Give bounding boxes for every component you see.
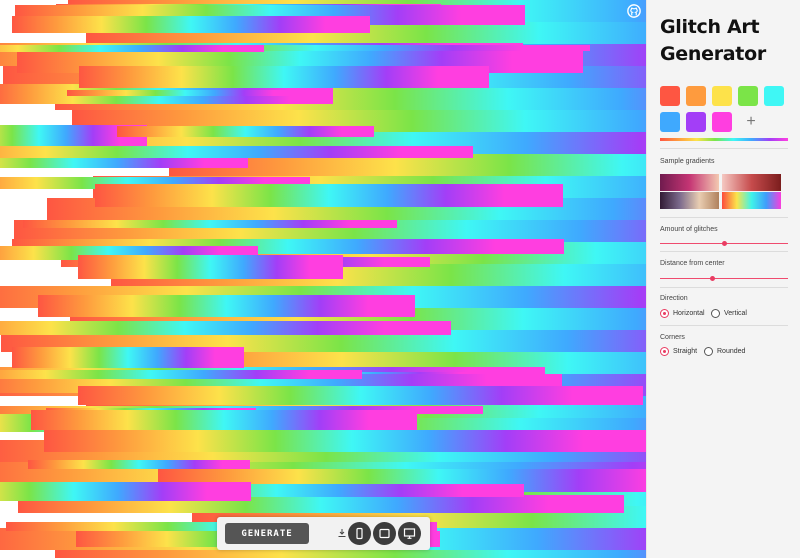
slider-handle[interactable] [709, 276, 715, 281]
glitch-strip [0, 146, 473, 158]
tablet-preview-button[interactable] [373, 522, 396, 545]
color-swatch-green[interactable] [738, 86, 758, 106]
github-link[interactable] [627, 4, 641, 18]
color-swatch-cyan[interactable] [764, 86, 784, 106]
phone-preview-button[interactable] [348, 522, 371, 545]
bottom-toolbar: GENERATE [217, 517, 430, 550]
glitch-strip [95, 184, 563, 207]
download-icon [338, 529, 346, 537]
corners-rounded-radio[interactable] [704, 347, 713, 356]
tablet-icon [379, 528, 390, 539]
glitch-strip [0, 321, 451, 335]
glitch-strip [0, 45, 264, 52]
color-swatch-orange[interactable] [686, 86, 706, 106]
color-swatch-purple[interactable] [686, 112, 706, 132]
glitch-strip [79, 66, 489, 88]
direction-label: Direction [660, 295, 688, 302]
glitch-strip [23, 220, 397, 228]
divider [660, 251, 788, 252]
glitch-strip [38, 295, 415, 317]
corners-straight-label[interactable]: Straight [673, 348, 697, 355]
palette-gradient-preview [660, 138, 788, 141]
glitch-strip [31, 410, 417, 430]
glitch-strip [44, 430, 646, 452]
divider [660, 217, 788, 218]
desktop-icon [403, 528, 416, 539]
amount-label: Amount of glitches [660, 226, 718, 233]
gradient-tile-1[interactable] [660, 174, 719, 191]
glitch-strip [78, 386, 643, 405]
gradient-tile-3[interactable] [660, 192, 719, 209]
corners-straight-radio[interactable] [660, 347, 669, 356]
glitch-canvas[interactable] [0, 0, 646, 558]
corners-rounded-label[interactable]: Rounded [717, 348, 745, 355]
color-swatch-magenta[interactable] [712, 112, 732, 132]
glitch-strip [55, 550, 646, 558]
color-swatch-blue[interactable] [660, 112, 680, 132]
direction-horizontal-label[interactable]: Horizontal [673, 310, 705, 317]
divider [660, 148, 788, 149]
glitch-strip [0, 370, 362, 379]
gradient-tile-4[interactable] [722, 192, 781, 209]
glitch-strip [28, 460, 250, 469]
divider [660, 287, 788, 288]
add-color-button[interactable]: + [741, 112, 761, 132]
color-swatch-red[interactable] [660, 86, 680, 106]
glitch-strip [78, 255, 343, 279]
sample-gradients-label: Sample gradients [660, 158, 715, 165]
color-swatch-yellow[interactable] [712, 86, 732, 106]
gradient-tile-2[interactable] [722, 174, 781, 191]
glitch-strip [12, 347, 244, 368]
glitch-strip [67, 90, 303, 96]
github-icon [627, 4, 641, 18]
direction-vertical-label[interactable]: Vertical [724, 310, 747, 317]
generate-button[interactable]: GENERATE [225, 523, 309, 544]
direction-vertical-radio[interactable] [711, 309, 720, 318]
glitch-strip [12, 16, 370, 33]
direction-horizontal-radio[interactable] [660, 309, 669, 318]
distance-slider[interactable] [660, 276, 788, 281]
corners-label: Corners [660, 334, 685, 341]
distance-label: Distance from center [660, 260, 725, 267]
glitch-strip [0, 482, 251, 501]
app-title: Glitch Art Generator [660, 16, 766, 65]
glitch-strip [117, 126, 374, 137]
settings-sidebar: Glitch Art Generator + Sample gradients … [646, 0, 800, 558]
desktop-preview-button[interactable] [398, 522, 421, 545]
phone-icon [356, 527, 363, 540]
amount-slider[interactable] [660, 241, 788, 246]
divider [660, 325, 788, 326]
slider-handle[interactable] [722, 241, 727, 246]
